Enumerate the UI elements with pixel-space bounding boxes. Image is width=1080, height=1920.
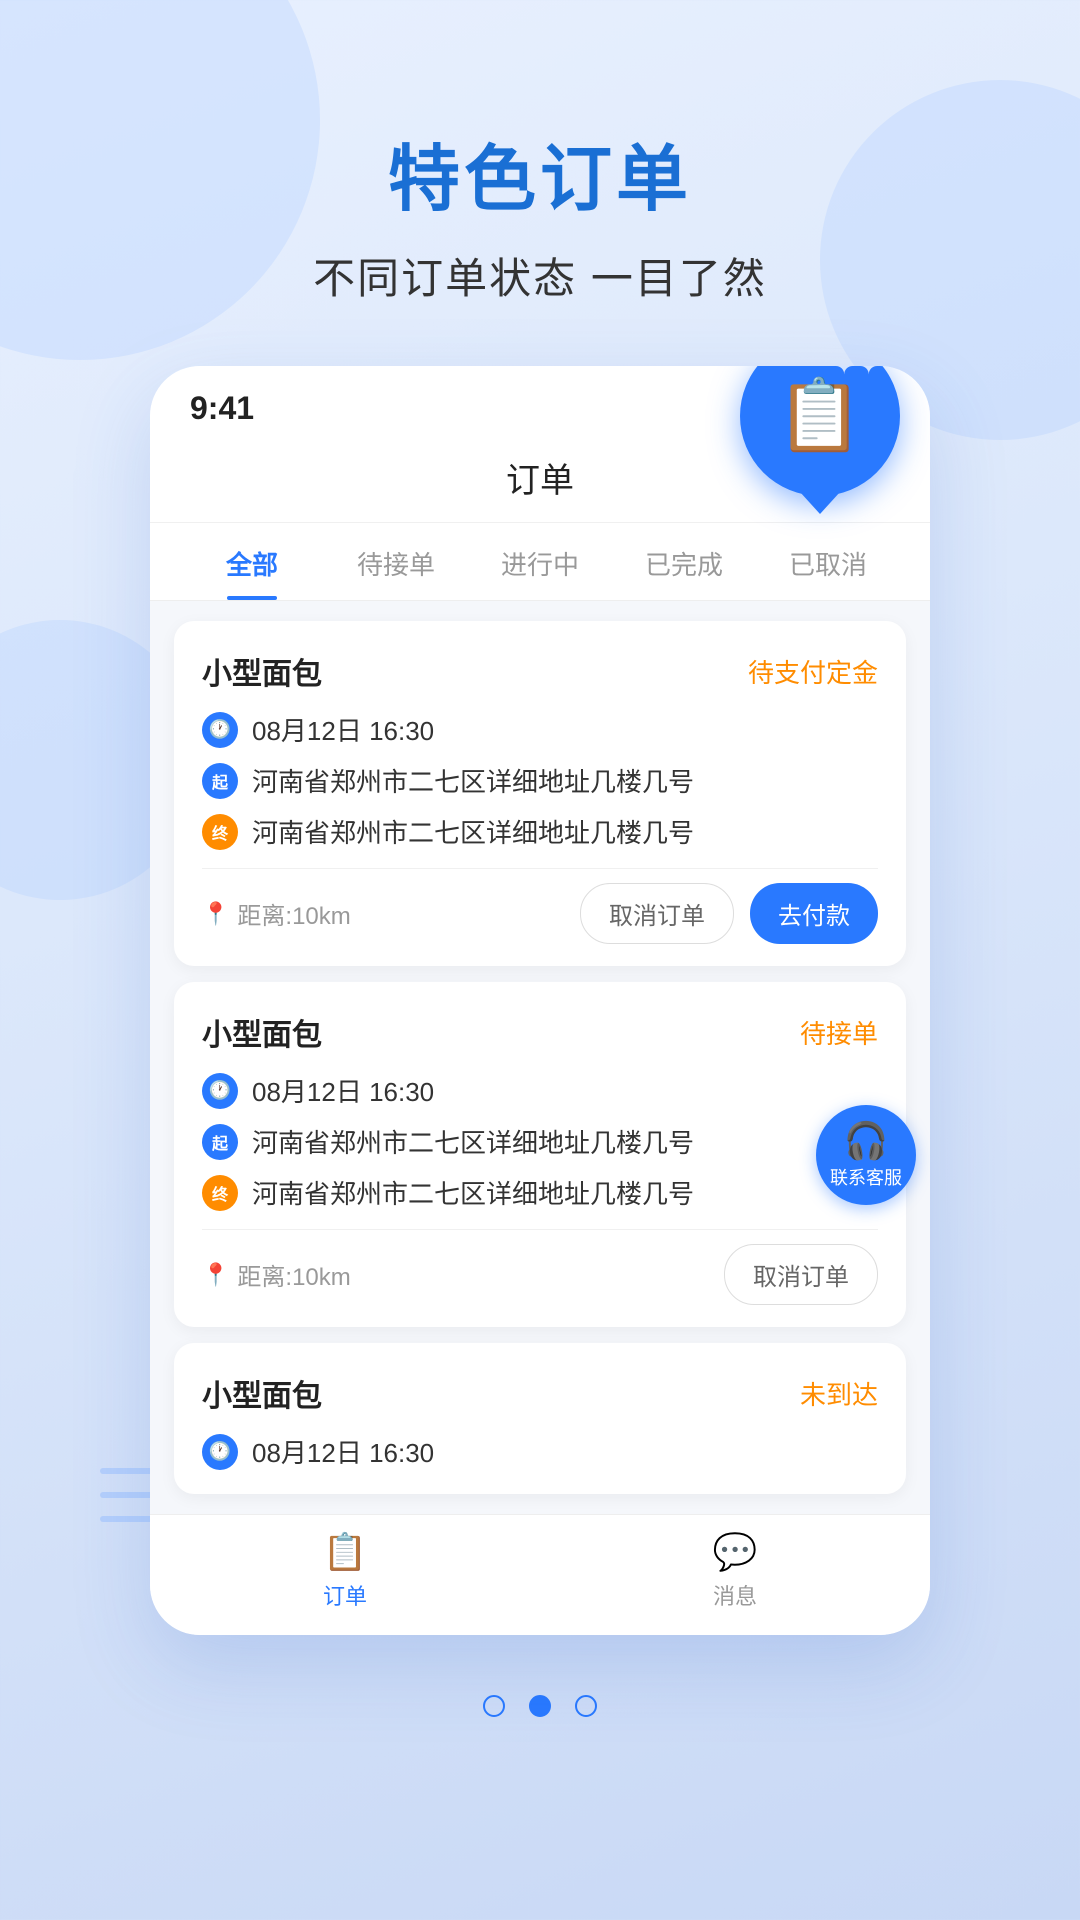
nav-messages[interactable]: 💬 消息 <box>540 1531 930 1611</box>
time-icon-1: 🕐 <box>202 712 238 748</box>
tab-in-progress[interactable]: 进行中 <box>468 523 612 600</box>
order-card-3: 小型面包 未到达 🕐 08月12日 16:30 <box>174 1343 906 1494</box>
order-2-to-row: 终 河南省郑州市二七区详细地址几楼几号 <box>202 1174 878 1211</box>
start-icon-1: 起 <box>202 763 238 799</box>
order-1-from-row: 起 河南省郑州市二七区详细地址几楼几号 <box>202 762 878 799</box>
order-card-1: 小型面包 待支付定金 🕐 08月12日 16:30 起 河南省郑州市二七区详细地… <box>174 621 906 966</box>
clipboard-icon: 📋 <box>776 375 863 457</box>
order-2-actions: 取消订单 <box>724 1244 878 1305</box>
order-2-time-row: 🕐 08月12日 16:30 <box>202 1072 878 1109</box>
order-2-type: 小型面包 <box>202 1010 322 1054</box>
time-icon-3: 🕐 <box>202 1434 238 1470</box>
orders-nav-label: 订单 <box>323 1579 367 1611</box>
header-section: 特色订单 不同订单状态 一目了然 <box>0 0 1080 306</box>
tab-cancelled[interactable]: 已取消 <box>756 523 900 600</box>
order-1-status: 待支付定金 <box>748 653 878 690</box>
order-3-type: 小型面包 <box>202 1371 322 1415</box>
order-card-2: 小型面包 待接单 🕐 08月12日 16:30 起 河南省郑州市二七区详细地址几… <box>174 982 906 1327</box>
start-icon-2: 起 <box>202 1124 238 1160</box>
customer-service-button[interactable]: 🎧 联系客服 <box>816 1105 916 1205</box>
app-header-title: 订单 <box>506 462 574 500</box>
order-card-2-header: 小型面包 待接单 <box>202 1010 878 1054</box>
pay-order-1-button[interactable]: 去付款 <box>750 883 878 944</box>
order-card-2-wrapper: 小型面包 待接单 🕐 08月12日 16:30 起 河南省郑州市二七区详细地址几… <box>174 982 906 1327</box>
order-3-time-row: 🕐 08月12日 16:30 <box>202 1433 878 1470</box>
page-title: 特色订单 <box>0 120 1080 225</box>
order-card-1-header: 小型面包 待支付定金 <box>202 649 878 693</box>
dot-1[interactable] <box>483 1695 505 1717</box>
tab-all[interactable]: 全部 <box>180 523 324 600</box>
location-icon-2: 📍 <box>202 1262 229 1288</box>
order-1-footer: 📍 距离:10km 取消订单 去付款 <box>202 868 878 944</box>
order-3-date: 08月12日 16:30 <box>252 1433 434 1470</box>
tab-completed[interactable]: 已完成 <box>612 523 756 600</box>
bottom-nav: 📋 订单 💬 消息 <box>150 1514 930 1635</box>
order-2-footer: 📍 距离:10km 取消订单 <box>202 1229 878 1305</box>
order-3-status: 未到达 <box>800 1375 878 1412</box>
tab-pending-accept[interactable]: 待接单 <box>324 523 468 600</box>
cs-label: 联系客服 <box>830 1164 902 1190</box>
location-icon-1: 📍 <box>202 901 229 927</box>
order-1-to: 河南省郑州市二七区详细地址几楼几号 <box>252 813 694 850</box>
tabs-bar: 全部 待接单 进行中 已完成 已取消 <box>150 523 930 601</box>
order-1-actions: 取消订单 去付款 <box>580 883 878 944</box>
order-2-distance: 📍 距离:10km <box>202 1257 351 1292</box>
orders-nav-icon: 📋 <box>323 1531 368 1573</box>
order-1-time-row: 🕐 08月12日 16:30 <box>202 711 878 748</box>
order-1-from: 河南省郑州市二七区详细地址几楼几号 <box>252 762 694 799</box>
order-1-to-row: 终 河南省郑州市二七区详细地址几楼几号 <box>202 813 878 850</box>
order-2-status: 待接单 <box>800 1014 878 1051</box>
status-time: 9:41 <box>190 390 254 427</box>
order-2-date: 08月12日 16:30 <box>252 1072 434 1109</box>
messages-nav-icon: 💬 <box>713 1531 758 1573</box>
nav-orders[interactable]: 📋 订单 <box>150 1531 540 1611</box>
dot-2[interactable] <box>529 1695 551 1717</box>
cs-icon: 🎧 <box>844 1120 889 1162</box>
phone-mockup: ✦ ✦ 📋 9:41 订单 全部 待接单 进行中 已完成 <box>150 366 930 1635</box>
order-1-distance: 📍 距离:10km <box>202 896 351 931</box>
page-dots <box>0 1695 1080 1777</box>
order-list: 小型面包 待支付定金 🕐 08月12日 16:30 起 河南省郑州市二七区详细地… <box>150 601 930 1514</box>
cancel-order-2-button[interactable]: 取消订单 <box>724 1244 878 1305</box>
end-icon-1: 终 <box>202 814 238 850</box>
order-1-date: 08月12日 16:30 <box>252 711 434 748</box>
order-2-from-row: 起 河南省郑州市二七区详细地址几楼几号 <box>202 1123 878 1160</box>
end-icon-2: 终 <box>202 1175 238 1211</box>
time-icon-2: 🕐 <box>202 1073 238 1109</box>
messages-nav-label: 消息 <box>713 1579 757 1611</box>
order-card-3-header: 小型面包 未到达 <box>202 1371 878 1415</box>
order-2-to: 河南省郑州市二七区详细地址几楼几号 <box>252 1174 694 1211</box>
cancel-order-1-button[interactable]: 取消订单 <box>580 883 734 944</box>
dot-3[interactable] <box>575 1695 597 1717</box>
bubble-stars: ✦ ✦ <box>835 366 878 380</box>
order-1-type: 小型面包 <box>202 649 322 693</box>
page-subtitle: 不同订单状态 一目了然 <box>0 245 1080 306</box>
order-2-from: 河南省郑州市二七区详细地址几楼几号 <box>252 1123 694 1160</box>
